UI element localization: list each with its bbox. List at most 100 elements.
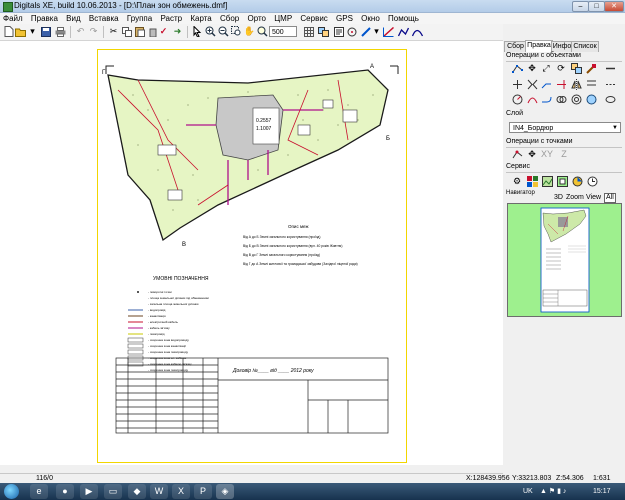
app-icon[interactable]: ◆ (128, 484, 146, 499)
snap-icon[interactable] (346, 26, 357, 37)
open-folder-icon[interactable] (15, 26, 26, 37)
dashed-line-icon[interactable] (604, 78, 616, 90)
menu-ortho[interactable]: Орто (244, 13, 269, 24)
z-icon[interactable]: Z (558, 148, 570, 160)
copy-icon[interactable] (121, 26, 132, 37)
new-file-icon[interactable] (3, 26, 14, 37)
sphere-icon[interactable] (585, 93, 597, 105)
node-edit-icon[interactable] (511, 62, 523, 74)
scale-input[interactable]: 500 (269, 26, 297, 37)
language-indicator[interactable]: UK (523, 484, 533, 499)
brush-icon[interactable] (585, 62, 597, 74)
point-edit-icon[interactable] (511, 148, 523, 160)
map-workspace[interactable]: 0.2557 1.1007 А Б В Г Опис меж Від А до … (0, 41, 504, 465)
redo-icon[interactable]: ↷ (88, 26, 99, 37)
clock[interactable]: 15:17 (593, 484, 611, 499)
raster-icon[interactable] (556, 175, 568, 187)
menu-file[interactable]: Файл (0, 13, 26, 24)
extend-icon[interactable] (540, 78, 552, 90)
move-icon[interactable]: ✥ (526, 62, 538, 74)
paste-icon[interactable] (134, 26, 145, 37)
minimize-button[interactable]: – (572, 1, 589, 12)
scale-icon[interactable]: ⤢ (540, 62, 552, 74)
media-player-icon[interactable]: ▶ (80, 484, 98, 499)
zoom-out-icon[interactable] (218, 26, 229, 37)
split-icon[interactable] (511, 78, 523, 90)
curve-icon[interactable] (412, 26, 423, 37)
trim-icon[interactable] (555, 78, 567, 90)
menu-dem[interactable]: ЦМР (271, 13, 295, 24)
close-button[interactable]: ✕ (604, 1, 624, 12)
dropdown-arrow-icon[interactable]: ▾ (27, 26, 38, 37)
color-wheel-icon[interactable] (571, 175, 583, 187)
tab-edit[interactable]: Правка (525, 40, 553, 52)
offset-icon[interactable] (585, 78, 597, 90)
menu-edit[interactable]: Правка (28, 13, 61, 24)
digitals-task-icon[interactable]: ◈ (216, 484, 234, 499)
layer-select[interactable]: IN4_Бордюр ▼ (509, 122, 621, 133)
menu-gps[interactable]: GPS (333, 13, 356, 24)
chrome-icon[interactable]: ● (56, 484, 74, 499)
copy-object-icon[interactable] (570, 62, 582, 74)
line-icon[interactable] (604, 62, 616, 74)
navigator-preview[interactable] (507, 203, 622, 317)
menu-collect[interactable]: Сбор (217, 13, 242, 24)
powerpoint-icon[interactable]: P (194, 484, 212, 499)
style-icon[interactable] (360, 26, 371, 37)
save-icon[interactable] (40, 26, 51, 37)
tab-collect[interactable]: Сбор (504, 41, 527, 52)
menu-map[interactable]: Карта (187, 13, 214, 24)
nav-tab-view[interactable]: View (586, 193, 601, 203)
image-icon[interactable] (541, 175, 553, 187)
start-button[interactable] (4, 484, 19, 499)
settings-icon[interactable]: ⚙ (511, 175, 523, 187)
delete-icon[interactable] (147, 26, 158, 37)
point-move-icon[interactable]: ✥ (526, 148, 538, 160)
undo-icon[interactable]: ↶ (75, 26, 86, 37)
pan-hand-icon[interactable]: ✋ (244, 26, 255, 37)
menu-window[interactable]: Окно (358, 13, 383, 24)
zoom-in-icon[interactable] (205, 26, 216, 37)
tray-icons[interactable]: ▲ ⚑ ▮ ♪ (540, 484, 566, 499)
menu-view[interactable]: Вид (63, 13, 83, 24)
properties-icon[interactable] (333, 26, 344, 37)
folder-icon[interactable]: ▭ (104, 484, 122, 499)
arc-icon[interactable] (526, 93, 538, 105)
pointer-icon[interactable] (192, 26, 203, 37)
excel-icon[interactable]: X (172, 484, 190, 499)
measure-icon[interactable] (383, 26, 394, 37)
xy-icon[interactable]: XY (541, 148, 553, 160)
menu-insert[interactable]: Вставка (86, 13, 122, 24)
menu-raster[interactable]: Растр (157, 13, 185, 24)
polyline-icon[interactable] (398, 26, 409, 37)
ellipse-icon[interactable] (604, 93, 616, 105)
menu-group[interactable]: Группа (124, 13, 155, 24)
cut-icon[interactable]: ✂ (108, 26, 119, 37)
word-icon[interactable]: W (150, 484, 168, 499)
layers-icon[interactable] (318, 26, 329, 37)
nav-tab-3d[interactable]: 3D (554, 193, 563, 203)
clock-icon[interactable] (586, 175, 598, 187)
circles-icon[interactable] (555, 93, 567, 105)
dropdown-arrow-icon[interactable]: ▾ (371, 26, 382, 37)
zoom-scale-icon[interactable] (257, 26, 268, 37)
tab-list[interactable]: Список (571, 41, 599, 52)
grid-icon[interactable] (303, 26, 314, 37)
print-icon[interactable] (55, 26, 66, 37)
nav-tab-all[interactable]: All (604, 193, 616, 203)
fillet-icon[interactable] (540, 93, 552, 105)
maximize-button[interactable]: □ (588, 1, 605, 12)
nav-tab-zoom[interactable]: Zoom (566, 193, 584, 203)
export-arrow-icon[interactable]: ➜ (172, 26, 183, 37)
join-icon[interactable] (526, 78, 538, 90)
ie-icon[interactable]: e (30, 484, 48, 499)
target-icon[interactable] (511, 93, 523, 105)
menu-service[interactable]: Сервис (297, 13, 330, 24)
tab-info[interactable]: Инфо (551, 41, 573, 52)
menu-help[interactable]: Помощь (385, 13, 422, 24)
rotate-icon[interactable]: ⟳ (555, 62, 567, 74)
palette-icon[interactable] (526, 175, 538, 187)
rings-icon[interactable] (570, 93, 582, 105)
mirror-icon[interactable] (570, 78, 582, 90)
checkmark-icon[interactable]: ✓ (158, 26, 169, 37)
